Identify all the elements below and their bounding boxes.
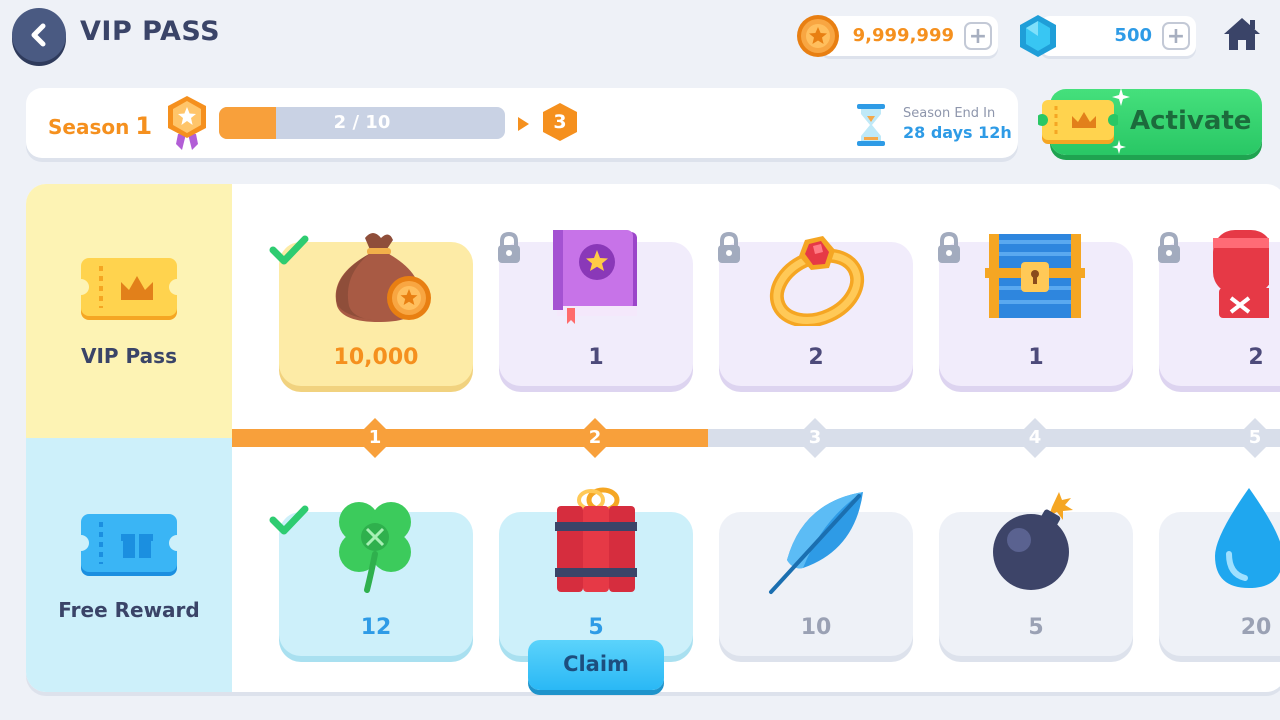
level-number: 2 <box>588 427 602 448</box>
free-reward-card[interactable]: 10 <box>719 492 913 656</box>
activate-label: Activate <box>1130 106 1252 136</box>
vip-reward-card[interactable]: 1 <box>939 234 1133 386</box>
water-drop-icon <box>1215 488 1280 588</box>
dynamite-icon <box>555 487 637 592</box>
coin-balance: 9,999,999 + <box>820 16 998 56</box>
bomb-icon <box>993 492 1073 590</box>
lock-icon <box>718 232 740 263</box>
level-node: 3 <box>793 416 837 460</box>
reward-amount: 5 <box>1028 615 1044 640</box>
claim-label: Claim <box>563 652 629 676</box>
gem-icon <box>1020 15 1056 57</box>
season-label: Season 1 <box>48 112 152 140</box>
reward-track-panel: VIP Pass Free Reward 1 2 3 4 5 10,000 1 … <box>26 184 1280 692</box>
level-number: 4 <box>1028 427 1042 448</box>
level-node: 5 <box>1233 416 1277 460</box>
level-number: 1 <box>368 427 382 448</box>
coin-amount: 9,999,999 <box>852 25 954 46</box>
season-progress-text: 2 / 10 <box>333 112 391 133</box>
add-coins-button[interactable]: + <box>964 22 992 50</box>
add-gems-button[interactable]: + <box>1162 22 1190 50</box>
level-node: 1 <box>353 416 397 460</box>
next-level-number: 3 <box>553 111 567 133</box>
lock-icon <box>1158 232 1180 263</box>
level-number: 5 <box>1248 427 1262 448</box>
level-node: 2 <box>573 416 617 460</box>
vip-pass-label: VIP Pass <box>81 344 177 368</box>
season-end-time: 28 days 12h <box>903 123 1012 142</box>
vip-ticket-icon <box>77 258 181 320</box>
chevron-left-icon <box>31 23 46 47</box>
page-title: VIP PASS <box>80 16 221 47</box>
vip-reward-card[interactable]: 2 <box>719 236 913 386</box>
season-progress-bar: 2 / 10 <box>219 107 505 139</box>
free-reward-card[interactable]: 5 <box>499 487 693 656</box>
coin-bag-icon <box>335 233 431 322</box>
level-number: 3 <box>808 427 822 448</box>
season-medal-icon <box>168 96 206 150</box>
reward-amount: 1 <box>1028 345 1044 370</box>
free-reward-column: Free Reward <box>26 438 232 692</box>
reward-amount: 1 <box>588 345 604 370</box>
reward-amount: 2 <box>808 345 824 370</box>
checkmark-icon <box>269 505 309 535</box>
lock-icon <box>498 232 520 263</box>
vip-ticket-icon <box>1038 100 1118 144</box>
vip-pass-column: VIP Pass <box>26 184 232 438</box>
level-node: 4 <box>1013 416 1057 460</box>
reward-amount: 20 <box>1240 615 1272 640</box>
season-number: 1 <box>135 112 153 140</box>
level-track-progress <box>232 429 708 447</box>
claim-button[interactable]: Claim <box>528 640 664 690</box>
season-panel: Season 1 2 / 10 3 Season End In 28 days 1… <box>26 88 1018 158</box>
boxing-glove-icon <box>1213 230 1269 318</box>
lock-icon <box>938 232 960 263</box>
reward-amount: 10,000 <box>333 345 419 370</box>
free-reward-card[interactable]: 20 <box>1159 488 1280 656</box>
reward-amount: 2 <box>1248 345 1264 370</box>
season-end-label: Season End In <box>903 106 996 121</box>
home-icon[interactable] <box>1222 16 1262 52</box>
gem-amount: 500 <box>1114 25 1152 46</box>
reward-amount: 10 <box>800 615 832 640</box>
season-label-text: Season <box>48 115 130 139</box>
feather-icon <box>769 492 863 594</box>
reward-amount: 5 <box>588 615 604 640</box>
ruby-ring-icon <box>769 236 865 326</box>
clover-icon <box>339 502 411 593</box>
sparkle-icon <box>1112 88 1130 106</box>
free-reward-card[interactable]: 5 <box>939 492 1133 656</box>
hourglass-icon <box>857 104 885 146</box>
gem-balance: 500 + <box>1040 16 1196 56</box>
next-level-badge: 3 <box>540 102 580 142</box>
free-reward-label: Free Reward <box>58 598 200 622</box>
treasure-chest-icon <box>985 234 1085 318</box>
vip-reward-card[interactable]: 1 <box>499 230 693 386</box>
star-book-icon <box>553 230 637 324</box>
reward-amount: 12 <box>360 615 392 640</box>
back-button[interactable] <box>12 8 66 62</box>
next-arrow-icon <box>518 117 529 131</box>
checkmark-icon <box>269 235 309 265</box>
coin-icon <box>797 15 839 57</box>
sparkle-icon <box>1112 140 1126 154</box>
gift-ticket-icon <box>77 514 181 576</box>
